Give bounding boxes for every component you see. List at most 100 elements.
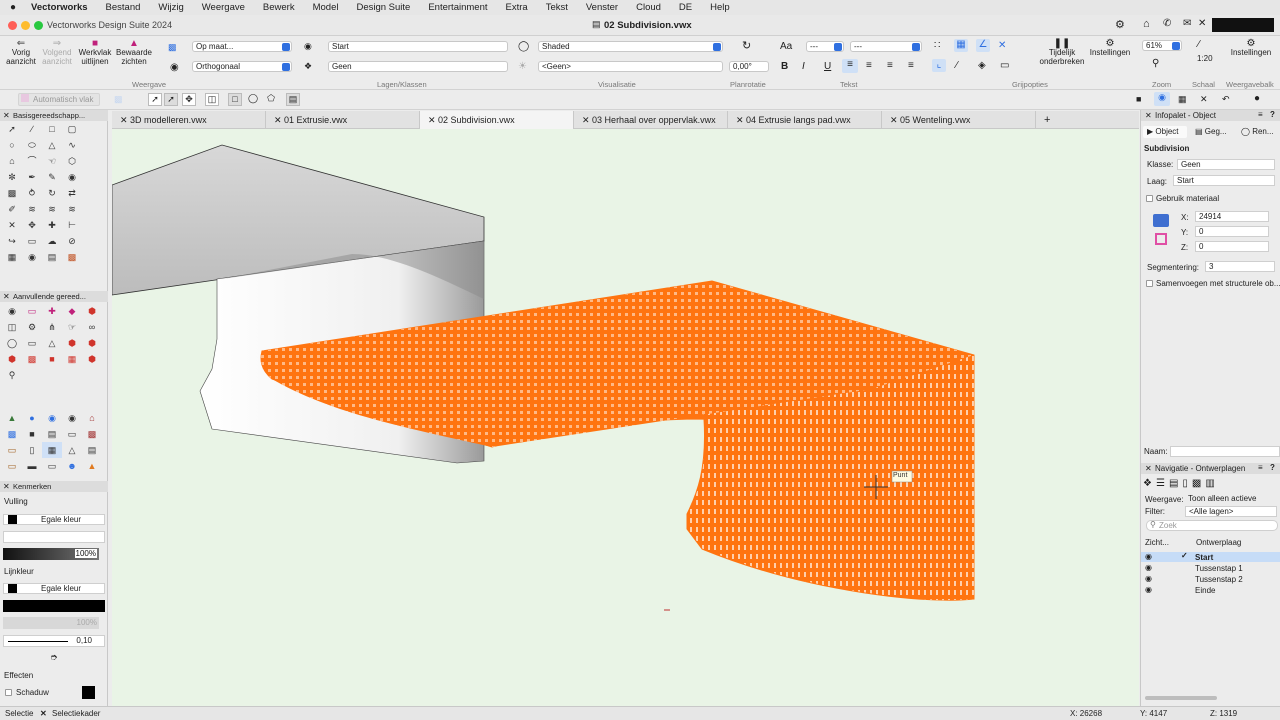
- rectangle-select-button[interactable]: □: [228, 93, 242, 106]
- frame-tool-icon[interactable]: ▩: [2, 185, 22, 201]
- menu-tekst[interactable]: Tekst: [537, 2, 577, 13]
- line-thickness-select[interactable]: 0,10: [3, 635, 105, 647]
- saved-views-button[interactable]: ▲ Bewaarde zichten: [115, 39, 153, 67]
- no-entry-tool-icon[interactable]: ⊘: [62, 233, 82, 249]
- standard-view-select[interactable]: Op maat...: [192, 41, 292, 52]
- shadow-checkbox[interactable]: [5, 689, 12, 696]
- mode-settings-button[interactable]: ▤: [286, 93, 300, 106]
- line-style-select[interactable]: Egale kleur: [3, 583, 105, 594]
- layer-name[interactable]: Tussenstap 2: [1195, 575, 1243, 584]
- hook-tool-icon[interactable]: ↪: [2, 233, 22, 249]
- nav-references-icon[interactable]: ▩: [1192, 478, 1205, 489]
- landmark-tool-icon[interactable]: ⌂: [82, 410, 102, 426]
- light-options-select[interactable]: <Geen>: [538, 61, 723, 72]
- visibility-eye-icon[interactable]: ◉: [1145, 585, 1152, 594]
- mesh-tool-icon[interactable]: ▦: [62, 351, 82, 367]
- tree-tool-icon[interactable]: ▲: [2, 410, 22, 426]
- eyedropper-tool-icon[interactable]: ✎: [42, 169, 62, 185]
- rail-tool-icon[interactable]: ▬: [22, 458, 42, 474]
- trim-tool-icon[interactable]: ✕: [2, 217, 22, 233]
- drawing-canvas[interactable]: Punt: [112, 129, 1139, 706]
- close-icon[interactable]: ✕: [3, 482, 10, 491]
- active-tool-icon[interactable]: ▦: [42, 442, 62, 458]
- nav-symbols-icon[interactable]: ▥: [1205, 478, 1218, 489]
- tab-02-subdivision[interactable]: ✕ 02 Subdivision.vwx: [420, 111, 574, 129]
- nav-weergave-select[interactable]: Toon alleen actieve: [1185, 494, 1277, 505]
- offset-tool-icon[interactable]: ≋: [22, 201, 42, 217]
- laag-select[interactable]: Start: [1173, 175, 1275, 186]
- cone-tool-icon[interactable]: △: [42, 335, 62, 351]
- tab-05-wenteling[interactable]: ✕ 05 Wenteling.vwx: [882, 111, 1036, 129]
- fillet-tool-icon[interactable]: ⬢: [82, 335, 102, 351]
- apple-icon[interactable]: ●: [0, 2, 22, 13]
- align-workplane-button[interactable]: ■ Werkvlak uitlijnen: [76, 39, 114, 67]
- nav-filter-select[interactable]: <Alle lagen>: [1185, 506, 1277, 517]
- projection-select[interactable]: Orthogonaal: [192, 61, 292, 72]
- x-field[interactable]: 24914: [1195, 211, 1269, 222]
- zoom-select[interactable]: 61%: [1142, 40, 1182, 51]
- naam-field[interactable]: [1170, 446, 1280, 457]
- snap-edge-icon[interactable]: ◈: [978, 60, 986, 71]
- close-icon[interactable]: ✕: [274, 115, 284, 125]
- nav-sheets-icon[interactable]: ▤: [1169, 478, 1182, 489]
- display-mode-icon-3[interactable]: ▦: [1178, 94, 1187, 105]
- menu-extra[interactable]: Extra: [497, 2, 537, 13]
- furniture-tool-icon[interactable]: ▭: [2, 442, 22, 458]
- account-badge[interactable]: [1212, 18, 1274, 32]
- display-mode-icon-4[interactable]: ✕: [1200, 94, 1208, 105]
- flyover-tool-icon[interactable]: ◉: [2, 303, 22, 319]
- arrowhead-icon[interactable]: ➮: [50, 652, 58, 663]
- bold-button[interactable]: B: [781, 61, 788, 72]
- hexagon-tool-icon[interactable]: ⬡: [62, 153, 82, 169]
- position-icon-blue[interactable]: [1153, 214, 1169, 227]
- zoom-icon[interactable]: ⚲: [1152, 58, 1159, 69]
- position-icon-pink[interactable]: [1155, 233, 1167, 245]
- mail-icon[interactable]: ✉: [1183, 18, 1191, 29]
- display-mode-icon-5[interactable]: ↶: [1222, 94, 1230, 105]
- menu-help[interactable]: Help: [701, 2, 739, 13]
- fill-opacity-slider[interactable]: 100%: [3, 548, 99, 560]
- render-mode-select[interactable]: Shaded: [538, 41, 723, 52]
- snap-tangent-icon[interactable]: ∕: [956, 60, 958, 71]
- help-icon[interactable]: ?: [1270, 110, 1275, 119]
- next-view-button[interactable]: ⇒ Volgend aanzicht: [40, 39, 74, 67]
- line-opacity-slider[interactable]: 100%: [3, 617, 99, 629]
- loop-tool-icon[interactable]: ∞: [82, 319, 102, 335]
- cloud-tool-icon[interactable]: ☁: [42, 233, 62, 249]
- shadow-color-swatch[interactable]: [82, 686, 95, 699]
- site-tool-icon[interactable]: ◉: [62, 410, 82, 426]
- close-icon[interactable]: ✕: [1145, 111, 1152, 120]
- people-tool-icon[interactable]: ☻: [62, 458, 82, 474]
- help-icon[interactable]: ?: [1270, 463, 1275, 472]
- arc-tool-icon[interactable]: ⌒: [22, 153, 42, 169]
- display-mode-icon-1[interactable]: ■: [1136, 94, 1141, 104]
- close-icon[interactable]: ✕: [890, 115, 900, 125]
- visibility-eye-icon[interactable]: ◉: [1145, 574, 1152, 583]
- tab-object[interactable]: ▶ Object: [1143, 126, 1187, 138]
- gear-icon[interactable]: ⚙: [1115, 18, 1125, 31]
- globe-tool-icon[interactable]: ◉: [42, 410, 62, 426]
- selection-tool-icon[interactable]: ➚: [2, 121, 22, 137]
- sweep-tool-icon[interactable]: ≋: [62, 201, 82, 217]
- font-size-select[interactable]: ---: [850, 41, 922, 52]
- layer-name[interactable]: Einde: [1195, 586, 1215, 595]
- menu-de[interactable]: DE: [670, 2, 701, 13]
- justify-button[interactable]: ≡: [908, 60, 914, 71]
- shell-tool-icon[interactable]: ⬢: [62, 335, 82, 351]
- fill-style-select[interactable]: Egale kleur: [3, 514, 105, 525]
- close-icon[interactable]: ✕: [736, 115, 746, 125]
- layer-name[interactable]: Tussenstap 1: [1195, 564, 1243, 573]
- mode-button-2[interactable]: ➚: [164, 93, 178, 106]
- wall-tool-icon[interactable]: ▯: [22, 442, 42, 458]
- lasso-select-button[interactable]: ◯: [246, 93, 260, 106]
- deform-tool-icon[interactable]: ⋔: [42, 319, 62, 335]
- hazard-tool-icon[interactable]: ▲: [82, 458, 102, 474]
- text-tool-icon[interactable]: ▤: [42, 249, 62, 265]
- solid-tool-icon[interactable]: ⬢: [82, 303, 102, 319]
- hand-tool-icon[interactable]: ☞: [62, 319, 82, 335]
- close-icon[interactable]: ✕: [582, 115, 592, 125]
- split-tool-icon[interactable]: ✥: [22, 217, 42, 233]
- color-tool-icon[interactable]: ▩: [62, 249, 82, 265]
- menu-vectorworks[interactable]: Vectorworks: [22, 2, 97, 13]
- tab-04-extrusie-pad[interactable]: ✕ 04 Extrusie langs pad.vwx: [728, 111, 882, 129]
